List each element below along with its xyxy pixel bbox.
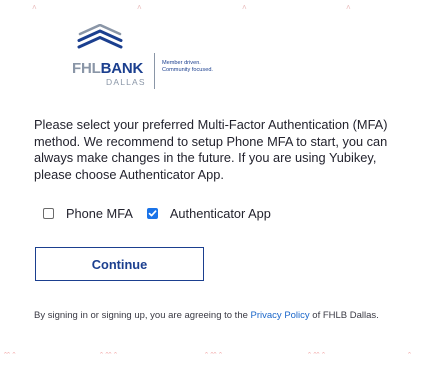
authenticator-app-option[interactable]: Authenticator App (146, 205, 271, 221)
edge-decoration: ˆ (408, 351, 411, 361)
tagline-line-2: Community focused. (162, 67, 213, 73)
edge-decoration: ˄ (242, 3, 247, 12)
brand-prefix: FHL (72, 60, 101, 77)
logo-divider (154, 53, 155, 89)
brand-tagline: Member driven. Community focused. (162, 60, 238, 74)
edge-decoration: ˆ ˆˆ ˆ (100, 351, 117, 361)
edge-decoration: ˆ ˆˆ ˆ (205, 351, 222, 361)
authenticator-app-checkbox[interactable] (146, 207, 158, 219)
mfa-selection-page: ˄ ˄ ˄ ˄ FHLBANK DALLAS Member driven. Co… (0, 0, 428, 365)
edge-decoration: ˄ (137, 3, 142, 12)
brand-location: DALLAS (106, 77, 146, 87)
checkmark-icon (148, 209, 157, 216)
privacy-notice-prefix: By signing in or signing up, you are agr… (34, 310, 251, 321)
edge-decoration: ˆ ˆˆ ˆ (308, 351, 325, 361)
authenticator-app-label: Authenticator App (169, 205, 271, 221)
phone-mfa-option[interactable]: Phone MFA (43, 206, 133, 221)
phone-mfa-label: Phone MFA (66, 205, 133, 221)
tagline-line-1: Member driven. (162, 60, 201, 66)
edge-decoration: ˄ (346, 3, 351, 12)
continue-button[interactable]: Continue (35, 247, 204, 281)
mfa-instructions: Please select your preferred Multi-Facto… (34, 117, 388, 182)
mfa-options: Phone MFA Authenticator App (43, 204, 271, 222)
phone-mfa-checkbox[interactable] (43, 207, 54, 219)
privacy-notice: By signing in or signing up, you are agr… (34, 309, 404, 323)
privacy-policy-link[interactable]: Privacy Policy (251, 310, 310, 321)
fhlbank-dallas-logo: FHLBANK DALLAS Member driven. Community … (72, 24, 242, 94)
brand-name: FHLBANK (72, 61, 143, 77)
brand-bank: BANK (100, 60, 144, 77)
edge-decoration: ˆˆ ˆ (4, 351, 16, 361)
building-roof-icon (77, 24, 123, 49)
privacy-notice-suffix: of FHLB Dallas. (309, 310, 379, 321)
edge-decoration: ˄ (32, 3, 37, 12)
